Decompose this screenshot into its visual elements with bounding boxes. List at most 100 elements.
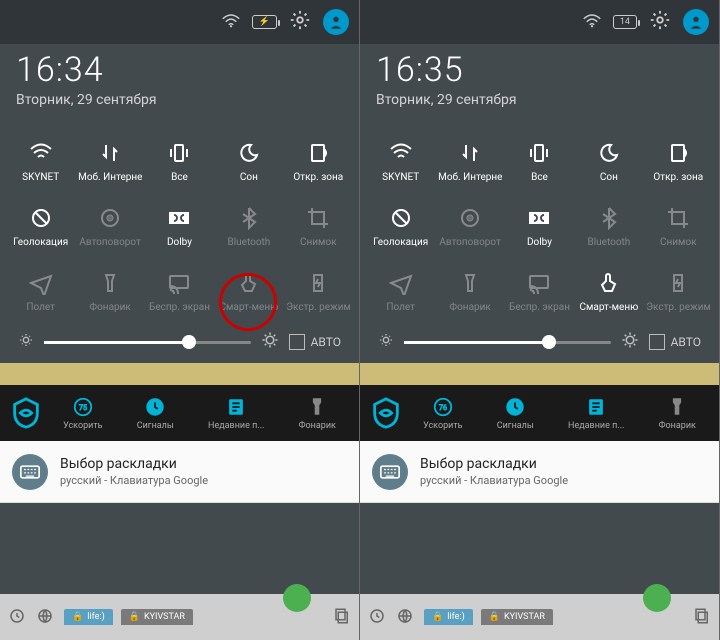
globe-icon[interactable] (36, 607, 54, 628)
qs-tile-rotate[interactable]: Автоповорот (435, 199, 504, 254)
security-app-logo-icon[interactable] (366, 393, 406, 433)
qs-tile-flashlight[interactable]: Фонарик (75, 264, 144, 319)
lock-icon: 🔒 (489, 612, 500, 622)
status-bar: 14 (360, 0, 719, 44)
recent-icon (224, 395, 248, 419)
settings-icon[interactable] (289, 9, 311, 35)
slider-fill (44, 341, 189, 344)
geo-icon (28, 205, 54, 231)
fab-button[interactable] (643, 584, 671, 612)
qs-tile-cast[interactable]: Беспр. экран (145, 264, 214, 319)
auto-brightness[interactable]: АВТО (289, 334, 341, 350)
browser-tab[interactable]: 🔒life:) (64, 609, 113, 625)
toolbar-label: Ускорить (423, 421, 462, 431)
qs-tile-mobile-data[interactable]: Моб. Интернет (435, 134, 504, 189)
hotspot-icon (305, 140, 331, 166)
qs-tile-screenshot[interactable]: Снимок (644, 199, 713, 254)
copy-icon[interactable] (333, 607, 351, 628)
qs-tile-smartmenu[interactable]: Смарт-меню (574, 264, 643, 319)
qs-tile-wifi[interactable]: SKYNET (366, 134, 435, 189)
toolbar-speed[interactable]: 75Ускорить (63, 395, 102, 431)
data-arrows-icon (97, 140, 123, 166)
qs-label: Геолокация (373, 237, 428, 248)
qs-tile-sleep[interactable]: Сон (574, 134, 643, 189)
security-app-logo-icon[interactable] (6, 393, 46, 433)
lock-icon: 🔒 (72, 612, 83, 622)
notification-card[interactable]: Выбор раскладки русский - Клавиатура Goo… (0, 441, 359, 503)
qs-tile-mobile-data[interactable]: Моб. Интернет (75, 134, 144, 189)
notification-card[interactable]: Выбор раскладки русский - Клавиатура Goo… (360, 441, 719, 503)
plane-icon (388, 270, 414, 296)
qs-tile-dolby[interactable]: Dolby (505, 199, 574, 254)
app-toolbar: 75Ускорить Сигналы Недавние п... Фонарик (0, 385, 359, 441)
browser-tab[interactable]: 🔒KYIVSTAR (481, 609, 553, 625)
fab-button[interactable] (283, 584, 311, 612)
qs-label: Моб. Интернет (438, 172, 502, 183)
qs-tile-sleep[interactable]: Сон (214, 134, 283, 189)
history-icon[interactable] (368, 607, 386, 628)
qs-tile-powersave[interactable]: Экстр. режим (284, 264, 353, 319)
browser-tabs: 🔒life:) 🔒KYIVSTAR (424, 609, 553, 625)
brightness-slider[interactable] (44, 341, 251, 344)
qs-tile-smartmenu[interactable]: Смарт-меню (214, 264, 283, 319)
profile-avatar[interactable] (683, 9, 709, 35)
flashlight-icon (665, 395, 689, 419)
slider-knob[interactable] (182, 335, 196, 349)
qs-tile-airplane[interactable]: Полет (366, 264, 435, 319)
qs-tile-hotspot[interactable]: Откр. зона (644, 134, 713, 189)
app-toolbar: 76Ускорить Сигналы Недавние п... Фонарик (360, 385, 719, 441)
toolbar-recent[interactable]: Недавние п... (208, 395, 264, 431)
toolbar-flashlight[interactable]: Фонарик (659, 395, 696, 431)
clock-time: 16:35 (376, 50, 703, 90)
qs-tile-screenshot[interactable]: Снимок (284, 199, 353, 254)
toolbar-alarms[interactable]: Сигналы (137, 395, 174, 431)
qs-label: Сон (240, 172, 258, 183)
settings-icon[interactable] (649, 9, 671, 35)
qs-tile-bluetooth[interactable]: Bluetooth (214, 199, 283, 254)
qs-grid: SKYNET Моб. Интернет Все Сон Откр. зона … (366, 134, 713, 319)
globe-icon[interactable] (396, 607, 414, 628)
toolbar-speed[interactable]: 76Ускорить (423, 395, 462, 431)
auto-brightness[interactable]: АВТО (649, 334, 701, 350)
checkbox-icon[interactable] (289, 334, 305, 350)
moon-icon (236, 140, 262, 166)
battery-icon (665, 270, 691, 296)
toolbar-recent[interactable]: Недавние п... (568, 395, 624, 431)
qs-tile-hotspot[interactable]: Откр. зона (284, 134, 353, 189)
history-icon[interactable] (8, 607, 26, 628)
qs-tile-powersave[interactable]: Экстр. режим (644, 264, 713, 319)
qs-tile-cast[interactable]: Беспр. экран (505, 264, 574, 319)
qs-tile-bluetooth[interactable]: Bluetooth (574, 199, 643, 254)
qs-tile-flashlight[interactable]: Фонарик (435, 264, 504, 319)
qs-tile-location[interactable]: Геолокация (6, 199, 75, 254)
qs-tile-vibrate[interactable]: Все (505, 134, 574, 189)
qs-tile-rotate[interactable]: Автоповорот (75, 199, 144, 254)
qs-tile-location[interactable]: Геолокация (366, 199, 435, 254)
brightness-slider[interactable] (404, 341, 611, 344)
copy-icon[interactable] (693, 607, 711, 628)
qs-tile-vibrate[interactable]: Все (145, 134, 214, 189)
qs-label: Моб. Интернет (78, 172, 142, 183)
qs-label: Полет (386, 302, 415, 313)
qs-label: Экстр. режим (646, 302, 710, 313)
wifi-icon (222, 13, 240, 32)
toolbar-flashlight[interactable]: Фонарик (299, 395, 336, 431)
qs-tile-dolby[interactable]: Dolby (145, 199, 214, 254)
toolbar-label: Недавние п... (208, 421, 264, 431)
clock-icon (143, 395, 167, 419)
slider-knob[interactable] (542, 335, 556, 349)
qs-tile-airplane[interactable]: Полет (6, 264, 75, 319)
qs-label: Смарт-меню (219, 302, 278, 313)
profile-avatar[interactable] (323, 9, 349, 35)
qs-grid: SKYNET Моб. Интернет Все Сон Откр. зона … (6, 134, 353, 319)
torch-icon (97, 270, 123, 296)
browser-tab[interactable]: 🔒KYIVSTAR (121, 609, 193, 625)
wifi-icon (583, 13, 601, 32)
qs-label: Фонарик (89, 302, 130, 313)
browser-tab[interactable]: 🔒life:) (424, 609, 473, 625)
qs-label: Полет (26, 302, 55, 313)
qs-tile-wifi[interactable]: SKYNET (6, 134, 75, 189)
data-arrows-icon (457, 140, 483, 166)
toolbar-alarms[interactable]: Сигналы (497, 395, 534, 431)
checkbox-icon[interactable] (649, 334, 665, 350)
